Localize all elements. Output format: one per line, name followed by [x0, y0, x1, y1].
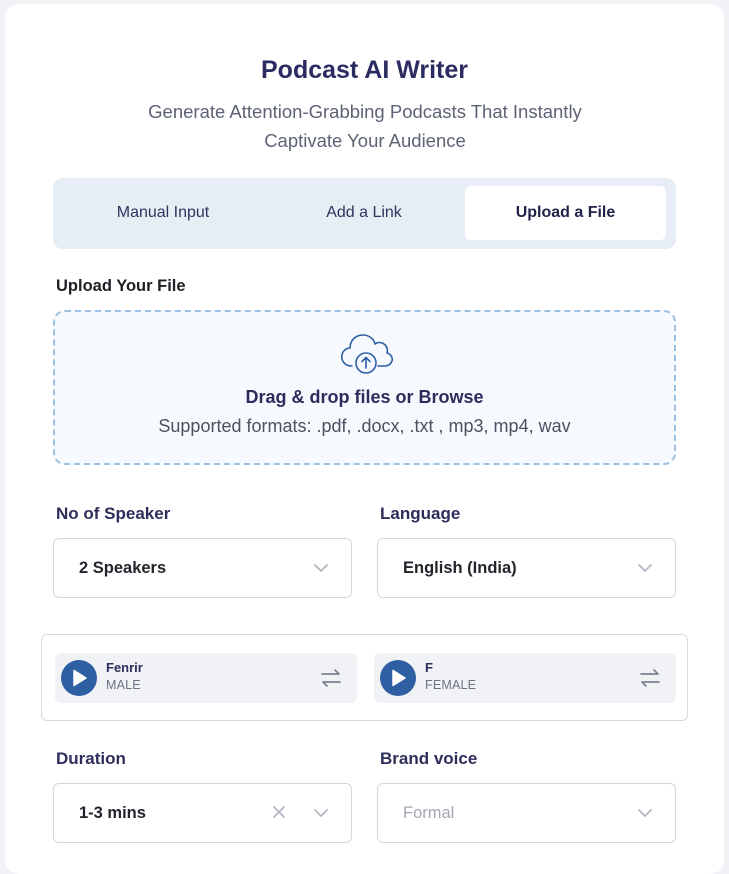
swap-icon[interactable]	[639, 668, 661, 688]
tab-manual-input[interactable]: Manual Input	[63, 186, 263, 240]
file-dropzone[interactable]: Drag & drop files or Browse Supported fo…	[53, 310, 676, 465]
podcast-writer-card: Podcast AI Writer Generate Attention-Gra…	[5, 4, 724, 874]
duration-select[interactable]: 1-3 mins	[53, 783, 352, 843]
voice-card: Fenrir MALE	[55, 653, 357, 703]
brand-voice-placeholder: Formal	[403, 803, 455, 822]
dropzone-formats-text: Supported formats: .pdf, .docx, .txt , m…	[158, 416, 571, 436]
chevron-down-icon	[314, 809, 328, 817]
cloud-upload-icon	[341, 334, 394, 374]
voice-selection-panel: Fenrir MALE F FEMALE	[41, 634, 688, 721]
voice-name: F	[425, 660, 433, 675]
chevron-down-icon	[638, 809, 652, 817]
voice-card: F FEMALE	[374, 653, 676, 703]
play-voice-button[interactable]	[380, 660, 416, 696]
play-icon	[392, 669, 406, 687]
play-icon	[73, 669, 87, 687]
voice-gender: MALE	[106, 678, 141, 692]
upload-label: Upload Your File	[56, 277, 186, 295]
language-select[interactable]: English (India)	[377, 538, 676, 598]
voice-name: Fenrir	[106, 660, 143, 675]
brand-voice-label: Brand voice	[380, 749, 478, 768]
duration-label: Duration	[56, 749, 126, 768]
speaker-count-select[interactable]: 2 Speakers	[53, 538, 352, 598]
voice-gender: FEMALE	[425, 678, 477, 692]
language-label: Language	[380, 504, 461, 523]
chevron-down-icon	[638, 564, 652, 572]
dropzone-main-text: Drag & drop files or Browse	[245, 387, 484, 407]
swap-icon[interactable]	[320, 668, 342, 688]
input-mode-tabs: Manual Input Add a Link Upload a File	[53, 178, 676, 249]
brand-voice-select[interactable]: Formal	[377, 783, 676, 843]
speaker-count-label: No of Speaker	[56, 504, 171, 523]
tab-upload-file[interactable]: Upload a File	[465, 186, 666, 240]
clear-icon[interactable]	[271, 804, 287, 820]
language-value: English (India)	[403, 558, 517, 577]
chevron-down-icon	[314, 564, 328, 572]
duration-value: 1-3 mins	[79, 803, 146, 822]
tab-add-link[interactable]: Add a Link	[264, 186, 464, 240]
page-subtitle: Generate Attention-Grabbing Podcasts Tha…	[148, 101, 582, 151]
play-voice-button[interactable]	[61, 660, 97, 696]
speaker-count-value: 2 Speakers	[79, 558, 167, 577]
page-title: Podcast AI Writer	[261, 56, 468, 84]
